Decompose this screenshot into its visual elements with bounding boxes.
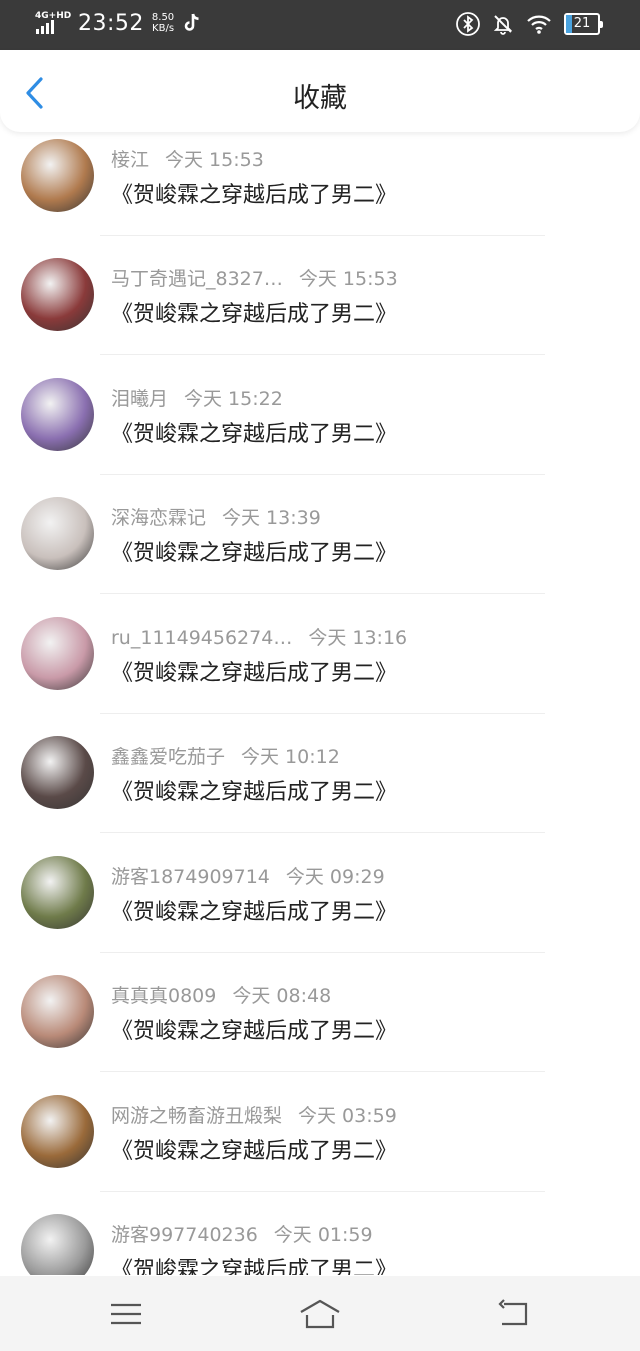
avatar[interactable] — [21, 1095, 94, 1168]
book-title[interactable]: 《贺峻霖之穿越后成了男二》 — [111, 655, 397, 687]
timestamp: 今天 15:53 — [165, 149, 264, 171]
speed-value: 8.50 — [151, 12, 175, 23]
list-item[interactable]: 鑫鑫爱吃茄子 今天 10:12 《贺峻霖之穿越后成了男二》 — [0, 734, 640, 854]
user-name: 深海恋霖记 — [111, 507, 207, 529]
avatar[interactable] — [21, 1214, 94, 1275]
menu-icon — [111, 1303, 141, 1325]
user-name: ru_11149456274… — [111, 627, 293, 649]
page-title: 收藏 — [293, 83, 347, 114]
bluetooth-icon — [456, 12, 480, 36]
avatar[interactable] — [21, 139, 94, 212]
mute-icon — [493, 15, 513, 35]
timestamp: 今天 03:59 — [298, 1105, 397, 1127]
avatar[interactable] — [21, 617, 94, 690]
book-title[interactable]: 《贺峻霖之穿越后成了男二》 — [111, 535, 397, 567]
book-title[interactable]: 《贺峻霖之穿越后成了男二》 — [111, 177, 397, 209]
timestamp: 今天 08:48 — [232, 985, 332, 1007]
book-title[interactable]: 《贺峻霖之穿越后成了男二》 — [111, 416, 397, 448]
divider — [100, 1071, 545, 1072]
book-title[interactable]: 《贺峻霖之穿越后成了男二》 — [111, 1252, 397, 1275]
home-button[interactable] — [298, 1298, 342, 1330]
list-item[interactable]: ru_11149456274… 今天 13:16 《贺峻霖之穿越后成了男二》 — [0, 615, 640, 735]
timestamp: 今天 13:39 — [222, 507, 321, 529]
divider — [100, 354, 545, 355]
back-arrow-icon — [498, 1299, 528, 1326]
wifi-icon — [527, 15, 551, 34]
user-name: 游客997740236 — [111, 1224, 258, 1246]
user-name: 网游之畅畜游丑煅梨 — [111, 1105, 283, 1127]
book-title[interactable]: 《贺峻霖之穿越后成了男二》 — [111, 774, 397, 806]
timestamp: 今天 13:16 — [308, 627, 408, 649]
avatar[interactable] — [21, 736, 94, 809]
timestamp: 今天 15:22 — [184, 388, 283, 410]
list-item[interactable]: 深海恋霖记 今天 13:39 《贺峻霖之穿越后成了男二》 — [0, 495, 640, 615]
user-name: 椄江 — [111, 149, 150, 171]
avatar[interactable] — [21, 258, 94, 331]
divider — [100, 1191, 545, 1192]
divider — [100, 832, 545, 833]
list-item[interactable]: 泪曦月 今天 15:22 《贺峻霖之穿越后成了男二》 — [0, 376, 640, 496]
divider — [100, 952, 545, 953]
system-nav-bar — [0, 1276, 640, 1351]
user-name: 泪曦月 — [111, 388, 169, 410]
system-back-button[interactable] — [496, 1298, 536, 1330]
status-bar: 4G+HD 23:52 8.50 KB/s 21 — [0, 0, 640, 50]
avatar[interactable] — [21, 856, 94, 929]
list-item[interactable]: 网游之畅畜游丑煅梨 今天 03:59 《贺峻霖之穿越后成了男二》 — [0, 1093, 640, 1213]
user-name: 游客1874909714 — [111, 866, 270, 888]
user-name: 真真真0809 — [111, 985, 217, 1007]
list-item[interactable]: 游客1874909714 今天 09:29 《贺峻霖之穿越后成了男二》 — [0, 854, 640, 974]
divider — [100, 593, 545, 594]
book-title[interactable]: 《贺峻霖之穿越后成了男二》 — [111, 1133, 397, 1165]
list-item[interactable]: 游客997740236 今天 01:59 《贺峻霖之穿越后成了男二》 — [0, 1212, 640, 1275]
battery-level: 21 — [573, 16, 591, 31]
divider — [100, 713, 545, 714]
status-time: 23:52 — [78, 10, 144, 36]
timestamp: 今天 15:53 — [298, 268, 398, 290]
home-icon — [300, 1299, 340, 1329]
user-name: 马丁奇遇记_8327… — [111, 268, 283, 290]
avatar[interactable] — [21, 378, 94, 451]
book-title[interactable]: 《贺峻霖之穿越后成了男二》 — [111, 1013, 397, 1045]
timestamp: 今天 10:12 — [241, 746, 340, 768]
favorites-list: 椄江 今天 15:53 《贺峻霖之穿越后成了男二》 马丁奇遇记_8327… 今天 1… — [0, 135, 640, 1275]
divider — [100, 474, 545, 475]
list-item[interactable]: 椄江 今天 15:53 《贺峻霖之穿越后成了男二》 — [0, 137, 640, 257]
list-item[interactable]: 真真真0809 今天 08:48 《贺峻霖之穿越后成了男二》 — [0, 973, 640, 1093]
network-speed: 8.50 KB/s — [152, 12, 174, 34]
user-name: 鑫鑫爱吃茄子 — [111, 746, 226, 768]
speed-unit: KB/s — [152, 23, 175, 34]
menu-button[interactable] — [106, 1298, 146, 1330]
list-item[interactable]: 马丁奇遇记_8327… 今天 15:53 《贺峻霖之穿越后成了男二》 — [0, 256, 640, 376]
avatar[interactable] — [21, 497, 94, 570]
signal-icon: 4G+HD — [34, 10, 71, 36]
book-title[interactable]: 《贺峻霖之穿越后成了男二》 — [111, 296, 397, 328]
avatar[interactable] — [21, 975, 94, 1048]
page-header: 收藏 — [0, 50, 640, 132]
timestamp: 今天 01:59 — [273, 1224, 373, 1246]
divider — [100, 235, 545, 236]
book-title[interactable]: 《贺峻霖之穿越后成了男二》 — [111, 894, 397, 926]
timestamp: 今天 09:29 — [285, 866, 385, 888]
tiktok-icon — [184, 13, 199, 31]
battery-icon: 21 — [564, 13, 603, 35]
